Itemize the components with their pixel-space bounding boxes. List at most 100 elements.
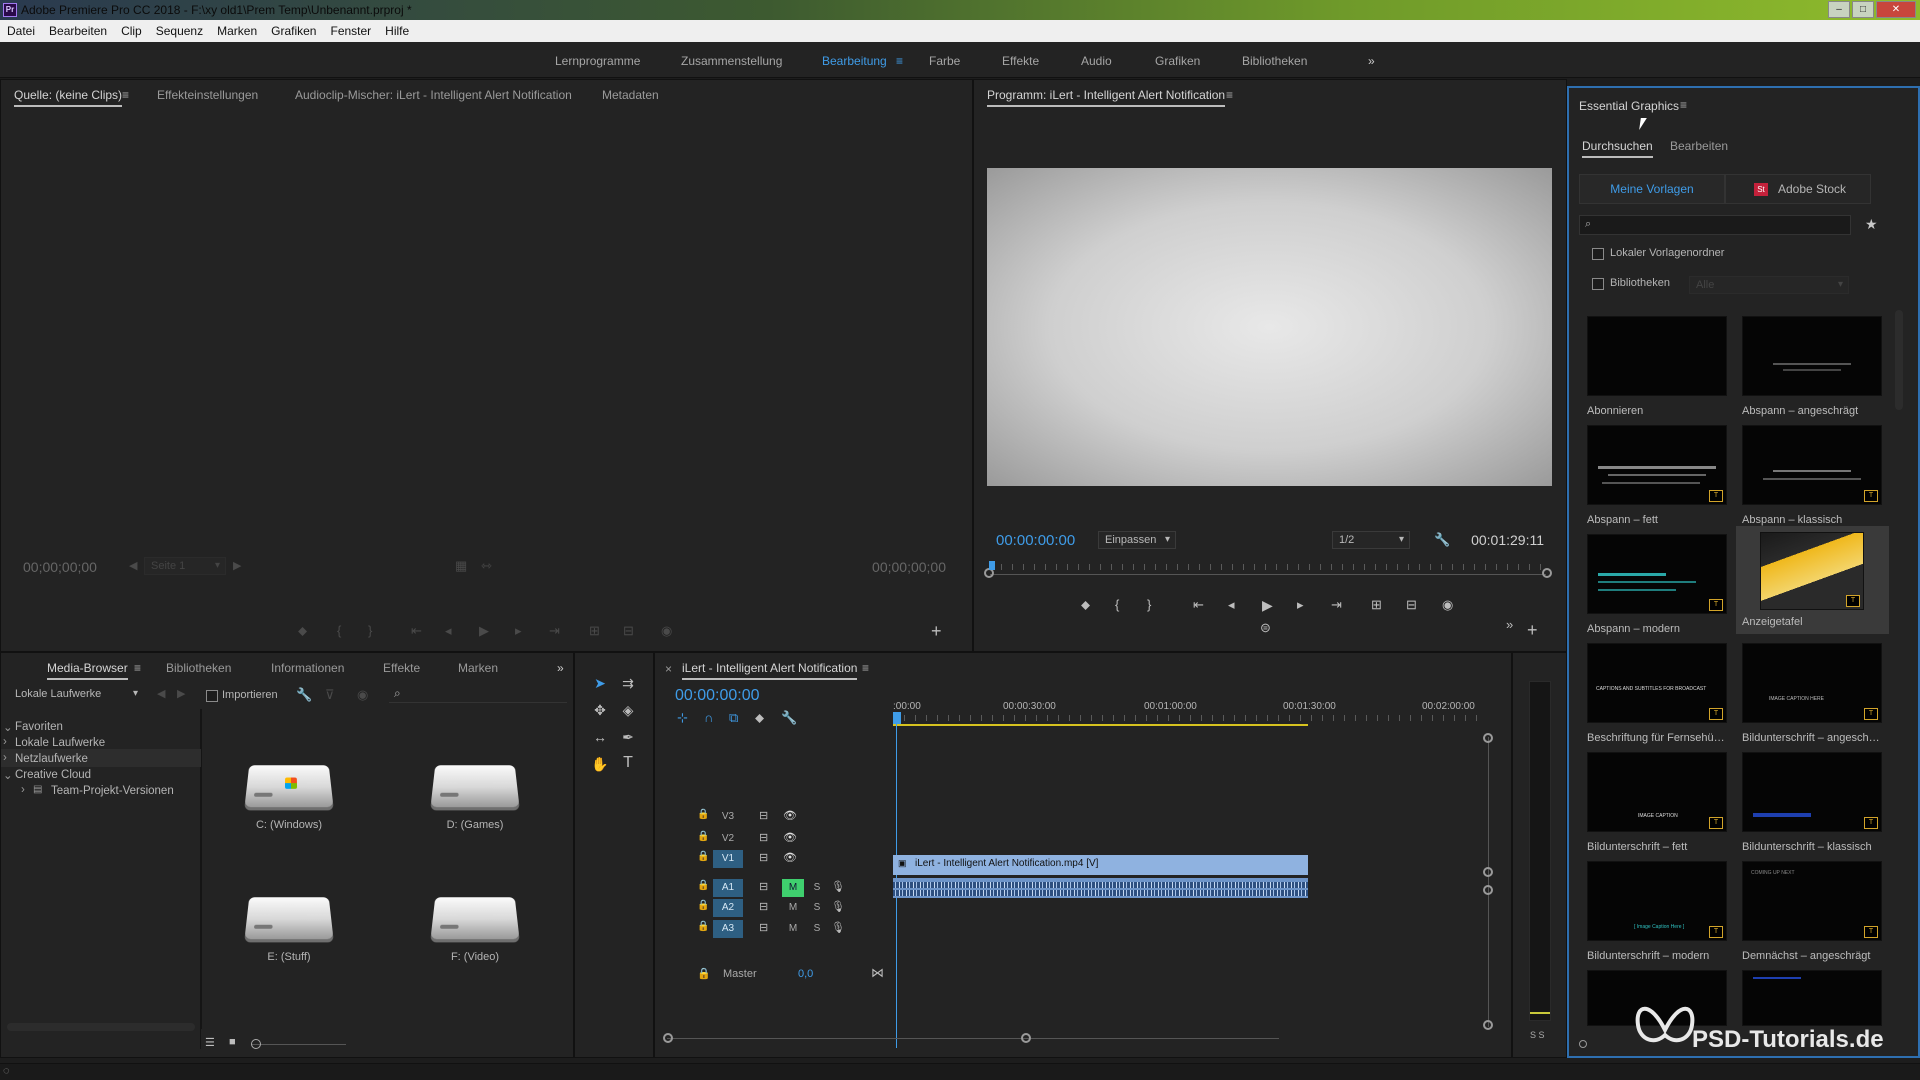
- video-track-header[interactable]: 🔒 V1 ⊟ 👁: [655, 849, 885, 869]
- track-visibility-eye-icon[interactable]: 👁: [783, 809, 797, 822]
- view-icon[interactable]: ◉: [357, 687, 368, 703]
- voiceover-mic-icon[interactable]: 🎙: [831, 880, 845, 893]
- hand-tool-icon[interactable]: ✋: [589, 756, 611, 773]
- program-timecode[interactable]: 00:00:00:00: [996, 532, 1075, 549]
- zoom-slider-track[interactable]: [251, 1044, 346, 1045]
- source-add-button-icon[interactable]: +: [931, 621, 942, 642]
- tab-markers[interactable]: Marken: [458, 661, 498, 675]
- menu-sequenz[interactable]: Sequenz: [156, 24, 203, 38]
- menu-hilfe[interactable]: Hilfe: [385, 24, 409, 38]
- track-select-tool-icon[interactable]: ⇉: [617, 675, 639, 692]
- mute-button[interactable]: M: [782, 899, 804, 917]
- menu-fenster[interactable]: Fenster: [330, 24, 371, 38]
- location-select[interactable]: Lokale Laufwerke: [9, 686, 143, 704]
- master-lock-icon[interactable]: 🔒: [697, 967, 711, 980]
- menu-marken[interactable]: Marken: [217, 24, 257, 38]
- workspace-bibliotheken[interactable]: Bibliotheken: [1242, 54, 1307, 68]
- razor-tool-icon[interactable]: ◈: [617, 702, 639, 719]
- program-resolution-select[interactable]: 1/2: [1332, 531, 1410, 549]
- tab-program-menu-icon[interactable]: ≡: [1226, 88, 1233, 102]
- template-card[interactable]: T Abspann – modern: [1587, 534, 1727, 635]
- menu-bearbeiten[interactable]: Bearbeiten: [49, 24, 107, 38]
- slip-tool-icon[interactable]: ↔: [589, 729, 611, 745]
- timeline-close-icon[interactable]: ×: [665, 662, 672, 676]
- program-marker-icon[interactable]: ⬥: [1081, 597, 1090, 613]
- essential-graphics-menu-icon[interactable]: ≡: [1680, 98, 1687, 112]
- tree-scrollbar[interactable]: [7, 1023, 195, 1031]
- timeline-settings-wrench-icon[interactable]: 🔧: [781, 710, 797, 726]
- timeline-vscroll[interactable]: [1488, 737, 1489, 1027]
- track-label[interactable]: A2: [713, 899, 743, 917]
- filter-icon[interactable]: ⊽: [325, 687, 335, 703]
- drive-item[interactable]: D: (Games): [425, 763, 525, 831]
- drive-item[interactable]: F: (Video): [425, 895, 525, 963]
- type-tool-icon[interactable]: T: [617, 754, 639, 772]
- template-card[interactable]: COMING UP NEXT T Demnächst – angeschrägt: [1742, 861, 1882, 962]
- work-area-bar[interactable]: [893, 724, 1308, 726]
- vscroll-handle-audio[interactable]: [1483, 885, 1493, 895]
- tab-source-menu-icon[interactable]: ≡: [122, 88, 129, 102]
- snap-icon[interactable]: ∩: [704, 710, 713, 725]
- track-visibility-eye-icon[interactable]: 👁: [783, 831, 797, 844]
- tab-info[interactable]: Informationen: [271, 661, 344, 675]
- nav-back-icon[interactable]: ◀: [157, 687, 165, 700]
- ingest-settings-wrench-icon[interactable]: 🔧: [296, 687, 312, 703]
- program-monitor-viewer[interactable]: [987, 168, 1552, 486]
- tab-media-browser-menu-icon[interactable]: ≡: [134, 661, 141, 675]
- track-label[interactable]: V2: [713, 830, 743, 848]
- mute-button[interactable]: M: [782, 879, 804, 897]
- track-label[interactable]: A3: [713, 920, 743, 938]
- selection-tool-icon[interactable]: ➤: [589, 675, 611, 692]
- tab-effects[interactable]: Effekte: [383, 661, 420, 675]
- nav-forward-icon[interactable]: ▶: [177, 687, 185, 700]
- my-templates-button[interactable]: Meine Vorlagen: [1579, 174, 1725, 204]
- track-lock-icon[interactable]: 🔒: [697, 880, 709, 891]
- mute-button[interactable]: M: [782, 920, 804, 938]
- track-label[interactable]: V1: [713, 850, 743, 868]
- tab-browse[interactable]: Durchsuchen: [1582, 139, 1653, 158]
- track-sync-icon[interactable]: ⊟: [759, 921, 768, 934]
- nest-sequence-icon[interactable]: ⊹: [677, 710, 688, 726]
- workspace-overflow-icon[interactable]: »: [1368, 54, 1375, 68]
- menu-grafiken[interactable]: Grafiken: [271, 24, 316, 38]
- tree-expand-icon[interactable]: ⌄: [3, 720, 13, 734]
- video-track-header[interactable]: 🔒 V2 ⊟ 👁: [655, 829, 885, 849]
- template-search-input[interactable]: ⌕: [1579, 215, 1851, 235]
- template-card[interactable]: T Abspann – fett: [1587, 425, 1727, 526]
- solo-labels[interactable]: S S: [1530, 1030, 1545, 1040]
- zoom-slider-handle[interactable]: [251, 1039, 261, 1049]
- timeline-hscroll[interactable]: [667, 1038, 1279, 1039]
- tree-expand-icon[interactable]: ›: [3, 736, 7, 748]
- track-sync-icon[interactable]: ⊟: [759, 851, 768, 864]
- program-overflow-icon[interactable]: »: [1506, 617, 1513, 632]
- track-lock-icon[interactable]: 🔒: [697, 921, 709, 932]
- audio-track-header[interactable]: 🔒 A1 ⊟ M S 🎙: [655, 878, 885, 898]
- track-lock-icon[interactable]: 🔒: [697, 831, 709, 842]
- master-volume-value[interactable]: 0,0: [798, 968, 813, 980]
- vscroll-handle-top[interactable]: [1483, 733, 1493, 743]
- libraries-checkbox[interactable]: [1592, 278, 1604, 290]
- vscroll-handle-mid[interactable]: [1483, 867, 1493, 877]
- template-card-selected[interactable]: T Anzeigetafel: [1736, 526, 1889, 634]
- timeline-ruler[interactable]: [893, 715, 1477, 721]
- track-label[interactable]: A1: [713, 879, 743, 897]
- track-lock-icon[interactable]: 🔒: [697, 851, 709, 862]
- linked-selection-icon[interactable]: ⧉: [729, 710, 738, 726]
- maximize-button[interactable]: □: [1852, 1, 1874, 18]
- list-view-icon[interactable]: ☰: [205, 1036, 215, 1049]
- program-settings-wrench-icon[interactable]: 🔧: [1434, 532, 1450, 548]
- tab-program[interactable]: Programm: iLert - Intelligent Alert Noti…: [987, 88, 1226, 107]
- import-checkbox[interactable]: [206, 690, 218, 702]
- timeline-sequence-tab[interactable]: iLert - Intelligent Alert Notification: [682, 661, 858, 680]
- timeline-playhead-handle[interactable]: [893, 712, 901, 724]
- ripple-edit-tool-icon[interactable]: ✥: [589, 702, 611, 719]
- template-card[interactable]: IMAGE CAPTION HERE T Bildunterschrift – a…: [1742, 643, 1882, 744]
- timeline-menu-icon[interactable]: ≡: [862, 661, 869, 675]
- tree-expand-icon[interactable]: ⌄: [3, 768, 13, 782]
- pen-tool-icon[interactable]: ✒: [617, 729, 639, 746]
- tab-libraries[interactable]: Bibliotheken: [166, 661, 231, 675]
- program-vr-icon[interactable]: ⊜: [1260, 620, 1271, 636]
- program-goto-in-icon[interactable]: ⇤: [1193, 597, 1204, 613]
- drive-item[interactable]: C: (Windows): [239, 763, 339, 831]
- vscroll-handle-bottom[interactable]: [1483, 1020, 1493, 1030]
